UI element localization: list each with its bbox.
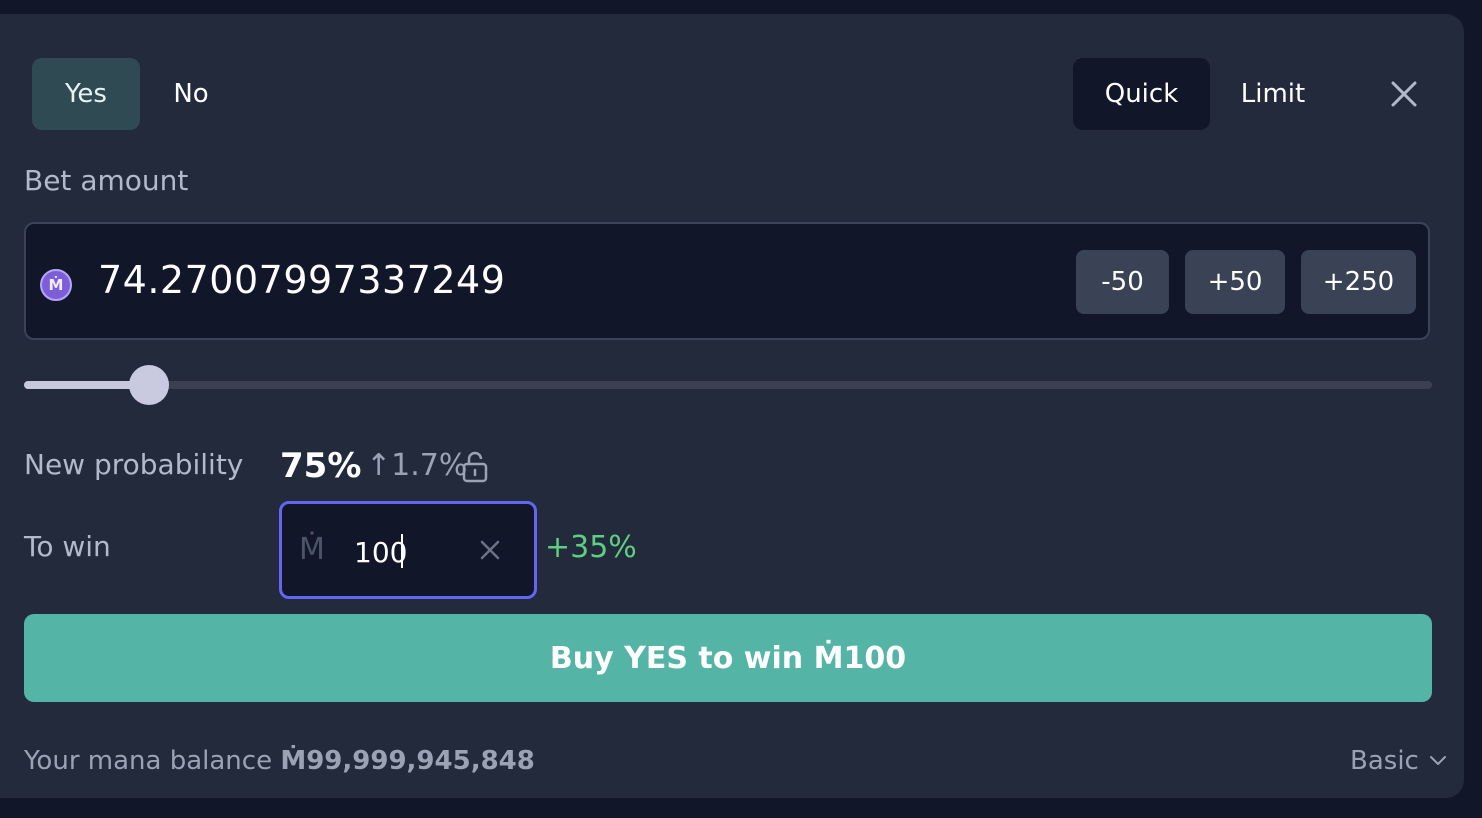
close-icon — [1391, 81, 1417, 107]
close-button[interactable] — [1380, 72, 1428, 116]
to-win-label: To win — [24, 530, 111, 563]
bet-amount-input[interactable]: 74.27007997337249 — [98, 258, 505, 302]
mode-dropdown[interactable]: Basic — [1350, 746, 1447, 776]
plus-250-button[interactable]: +250 — [1301, 250, 1416, 314]
mode-dropdown-label: Basic — [1350, 746, 1419, 776]
bet-amount-field[interactable]: Ṁ 74.27007997337249 -50 +50 +250 — [24, 222, 1430, 340]
mana-symbol: Ṁ — [299, 532, 325, 567]
probability-change: ↑1.7% — [366, 448, 468, 483]
chevron-down-icon — [1429, 756, 1446, 765]
mana-balance: Your mana balance Ṁ99,999,945,848 — [24, 746, 535, 776]
to-win-percent: +35% — [545, 530, 637, 565]
bet-slider-thumb[interactable] — [129, 365, 169, 405]
tab-yes[interactable]: Yes — [32, 58, 140, 130]
lock-icon[interactable] — [460, 450, 490, 484]
minus-50-button[interactable]: -50 — [1076, 250, 1169, 314]
mana-coin-icon: Ṁ — [40, 269, 72, 301]
to-win-field[interactable]: Ṁ — [279, 501, 537, 599]
tab-no[interactable]: No — [140, 58, 242, 130]
bet-panel: Yes No Quick Limit Bet amount Ṁ 74.27007… — [0, 14, 1464, 798]
bet-slider-track[interactable] — [24, 381, 1432, 389]
new-probability-label: New probability — [24, 448, 244, 481]
mana-balance-value: Ṁ99,999,945,848 — [280, 746, 535, 776]
new-probability-value: 75% — [280, 446, 362, 486]
buy-button[interactable]: Buy YES to win Ṁ100 — [24, 614, 1432, 702]
tab-limit[interactable]: Limit — [1210, 58, 1336, 130]
text-caret — [401, 534, 403, 568]
mana-balance-label: Your mana balance — [24, 746, 273, 776]
clear-button[interactable] — [476, 536, 504, 564]
tab-quick[interactable]: Quick — [1073, 58, 1210, 130]
clear-icon — [480, 540, 500, 560]
plus-50-button[interactable]: +50 — [1185, 250, 1285, 314]
bet-amount-label: Bet amount — [24, 164, 189, 197]
to-win-input[interactable] — [354, 534, 444, 570]
